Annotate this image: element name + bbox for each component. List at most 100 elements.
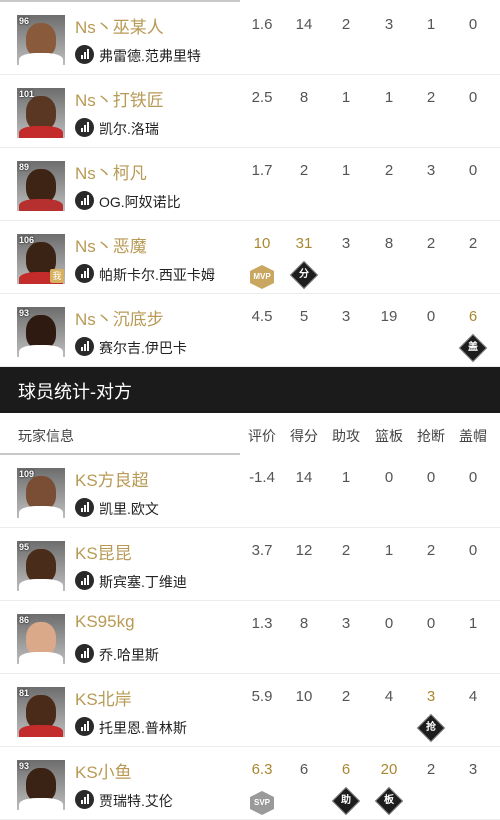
player-name: KS昆昆 xyxy=(75,544,132,563)
overall-rating: 81 xyxy=(19,688,30,698)
player-name: Ns丶巫某人 xyxy=(75,18,164,37)
player-row[interactable]: 86 KS95kg 乔.哈里斯 1.3 8 3 0 0 1 xyxy=(0,601,500,674)
player-row[interactable]: 101 Ns丶打铁匠 凯尔.洛瑞 2.5 8 1 1 2 0 xyxy=(0,75,500,148)
header-rebounds: 篮板 xyxy=(375,428,403,444)
avatar-jersey xyxy=(19,506,63,518)
nba-player-name: 贾瑞特.艾伦 xyxy=(99,793,173,809)
stat-blocks: 0 xyxy=(468,162,478,179)
overall-rating: 95 xyxy=(19,542,30,552)
stat-blocks: 4 xyxy=(468,688,478,705)
player-row[interactable]: 93 KS小鱼 贾瑞特.艾伦 6.3 6 6 20 2 3 SVP 助 板 xyxy=(0,747,500,820)
me-badge: 我 xyxy=(50,269,64,283)
stat-steals: 2 xyxy=(426,235,436,252)
avatar-face xyxy=(26,622,56,656)
player-row[interactable]: 96 Ns丶巫某人 弗雷德.范弗里特 1.6 14 2 3 1 0 xyxy=(0,2,500,75)
player-row[interactable]: 106 我 Ns丶恶魔 帕斯卡尔.西亚卡姆 10 31 3 8 2 2 MVP 分 xyxy=(0,221,500,294)
stats-bars-icon xyxy=(75,717,94,736)
avatar-jersey xyxy=(19,579,63,591)
badge-label: 助 xyxy=(341,795,351,806)
stat-rebounds: 1 xyxy=(384,89,394,106)
section-title: 球员统计-对方 xyxy=(18,382,132,402)
overall-rating: 106 xyxy=(19,235,35,245)
stat-rebounds: 0 xyxy=(384,469,394,486)
stat-blocks: 0 xyxy=(468,542,478,559)
player-avatar[interactable]: 81 xyxy=(17,687,65,737)
header-rating: 评价 xyxy=(248,428,276,444)
player-avatar[interactable]: 93 xyxy=(17,307,65,357)
stat-steals: 0 xyxy=(426,308,436,325)
player-name: Ns丶沉底步 xyxy=(75,310,164,329)
stat-points: 31 xyxy=(295,235,313,252)
stats-bars-icon xyxy=(75,790,94,809)
overall-rating: 89 xyxy=(19,162,30,172)
overall-rating: 86 xyxy=(19,615,30,625)
stats-bars-icon xyxy=(75,571,94,590)
player-row[interactable]: 95 KS昆昆 斯宾塞.丁维迪 3.7 12 2 1 2 0 xyxy=(0,528,500,601)
stat-rating: 1.6 xyxy=(251,16,273,33)
badge-label: 盖 xyxy=(468,342,478,353)
stat-rating: 10 xyxy=(253,235,271,252)
avatar-face xyxy=(26,476,56,510)
stat-blocks: 1 xyxy=(468,615,478,632)
stat-points: 8 xyxy=(299,89,309,106)
stat-blocks: 3 xyxy=(468,761,478,778)
stats-bars-icon xyxy=(75,191,94,210)
avatar-jersey xyxy=(19,798,63,810)
player-row[interactable]: 93 Ns丶沉底步 赛尔吉.伊巴卡 4.5 5 3 19 0 6 盖 xyxy=(0,294,500,367)
player-row[interactable]: 109 KS方良超 凯里.欧文 -1.4 14 1 0 0 0 xyxy=(0,455,500,528)
stat-assists: 2 xyxy=(341,16,351,33)
player-avatar[interactable]: 95 xyxy=(17,541,65,591)
stat-rating: 4.5 xyxy=(251,308,273,325)
badge-label: 板 xyxy=(384,795,394,806)
stats-bars-icon xyxy=(75,264,94,283)
avatar-face xyxy=(26,768,56,802)
stat-blocks: 2 xyxy=(468,235,478,252)
stats-bars-icon xyxy=(75,45,94,64)
stat-points: 12 xyxy=(295,542,313,559)
overall-rating: 93 xyxy=(19,761,30,771)
stat-blocks: 6 xyxy=(468,308,478,325)
stat-assists: 2 xyxy=(341,688,351,705)
player-avatar[interactable]: 101 xyxy=(17,88,65,138)
header-blocks: 盖帽 xyxy=(459,428,487,444)
nba-player-name: 帕斯卡尔.西亚卡姆 xyxy=(99,267,215,283)
opponent-section-bar: 球员统计-对方 xyxy=(0,367,500,413)
player-avatar[interactable]: 86 xyxy=(17,614,65,664)
player-avatar[interactable]: 109 xyxy=(17,468,65,518)
nba-player-name: 赛尔吉.伊巴卡 xyxy=(99,340,187,356)
player-avatar[interactable]: 89 xyxy=(17,161,65,211)
stat-assists: 3 xyxy=(341,235,351,252)
stat-rebounds: 4 xyxy=(384,688,394,705)
avatar-face xyxy=(26,695,56,729)
player-row[interactable]: 89 Ns丶柯凡 OG.阿奴诺比 1.7 2 1 2 3 0 xyxy=(0,148,500,221)
stat-assists: 3 xyxy=(341,308,351,325)
stats-bars-icon xyxy=(75,644,94,663)
stat-rebounds: 1 xyxy=(384,542,394,559)
stats-header: 玩家信息 评价 得分 助攻 篮板 抢断 盖帽 xyxy=(0,413,500,453)
stats-bars-icon xyxy=(75,337,94,356)
avatar-face xyxy=(26,23,56,57)
stat-blocks: 0 xyxy=(468,16,478,33)
stat-assists: 1 xyxy=(341,469,351,486)
badge-label: 分 xyxy=(299,269,309,280)
nba-player-name: 弗雷德.范弗里特 xyxy=(99,48,201,64)
stat-rebounds: 0 xyxy=(384,615,394,632)
avatar-jersey xyxy=(19,345,63,357)
avatar-jersey xyxy=(19,725,63,737)
player-avatar[interactable]: 106 我 xyxy=(17,234,65,284)
svp-badge-icon: SVP xyxy=(250,791,274,815)
stat-rating: 1.7 xyxy=(251,162,273,179)
player-avatar[interactable]: 96 xyxy=(17,15,65,65)
highlight-badge-icon: 板 xyxy=(374,786,404,816)
stat-points: 8 xyxy=(299,615,309,632)
nba-player-name: 凯里.欧文 xyxy=(99,501,159,517)
player-name: KS北岸 xyxy=(75,690,132,709)
overall-rating: 96 xyxy=(19,16,30,26)
stat-rating: 3.7 xyxy=(251,542,273,559)
player-row[interactable]: 81 KS北岸 托里恩.普林斯 5.9 10 2 4 3 4 抢 xyxy=(0,674,500,747)
highlight-badge-icon: 分 xyxy=(289,260,319,290)
player-avatar[interactable]: 93 xyxy=(17,760,65,810)
stat-blocks: 0 xyxy=(468,469,478,486)
avatar-face xyxy=(26,96,56,130)
avatar-jersey xyxy=(19,126,63,138)
